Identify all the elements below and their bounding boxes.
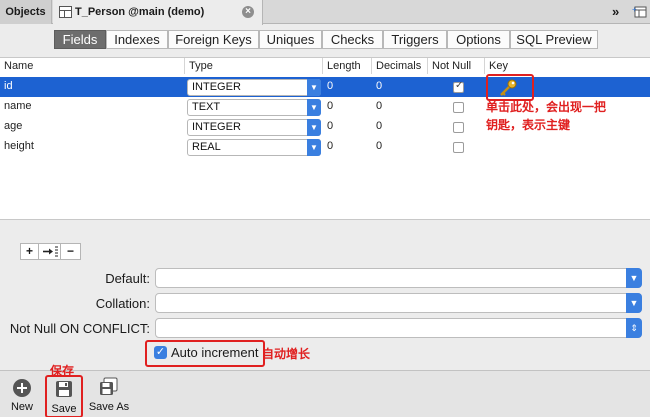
default-select[interactable]: ▼ [155, 268, 642, 288]
decimals-cell[interactable]: 0 [372, 77, 382, 95]
chevron-down-icon: ▼ [307, 139, 321, 156]
tab-indexes[interactable]: Indexes [106, 30, 168, 49]
tab-fields[interactable]: Fields [54, 30, 106, 49]
close-tab-icon[interactable]: × [242, 6, 254, 18]
not-null-checkbox[interactable] [453, 122, 464, 133]
table-row[interactable]: id INTEGER ▼ 0 0 [0, 77, 650, 97]
floppy-disk-icon [56, 381, 72, 397]
tab-triggers[interactable]: Triggers [383, 30, 447, 49]
fields-grid: Name Type Length Decimals Not Null Key i… [0, 57, 650, 220]
updown-icon: ⇕ [626, 318, 642, 338]
chevron-down-icon: ▼ [307, 99, 321, 116]
tab-options[interactable]: Options [447, 30, 510, 49]
auto-increment-annotation: 自动增长 [262, 347, 311, 361]
tab-title: T_Person @main (demo) [75, 6, 205, 18]
not-null-checkbox[interactable] [453, 80, 464, 93]
type-select[interactable]: INTEGER ▼ [187, 119, 321, 136]
not-null-checkbox[interactable] [453, 102, 464, 113]
not-null-conflict-select[interactable]: ⇕ [155, 318, 642, 338]
tab-uniques[interactable]: Uniques [259, 30, 322, 49]
length-cell[interactable]: 0 [323, 137, 333, 155]
type-select[interactable]: REAL ▼ [187, 139, 321, 156]
decimals-cell[interactable]: 0 [372, 137, 382, 155]
tab-sql-preview[interactable]: SQL Preview [510, 30, 598, 49]
length-cell[interactable]: 0 [323, 117, 333, 135]
tab-objects[interactable]: Objects [0, 0, 52, 24]
auto-increment-checkbox[interactable]: ✓ [154, 346, 167, 359]
save-as-label: Save As [88, 401, 130, 413]
save-as-button[interactable]: Save As [86, 373, 132, 415]
save-label: Save [51, 403, 77, 415]
type-select[interactable]: INTEGER ▼ [187, 79, 321, 96]
column-header-type[interactable]: Type [185, 58, 323, 74]
tab-bar: Objects T_Person @main (demo) × » + [0, 0, 650, 25]
new-tab-icon[interactable]: + [632, 4, 648, 20]
new-button[interactable]: New [2, 373, 42, 415]
new-label: New [10, 401, 33, 413]
tab-table-design[interactable]: T_Person @main (demo) × [53, 0, 263, 25]
chevron-down-icon: ▼ [626, 268, 642, 288]
delete-field-button[interactable]: − [61, 243, 81, 260]
more-tabs-icon[interactable]: » [612, 4, 628, 20]
decimals-cell[interactable]: 0 [372, 117, 382, 135]
chevron-down-icon: ▼ [626, 293, 642, 313]
type-value: TEXT [192, 101, 221, 113]
field-name-cell[interactable]: height [0, 137, 34, 155]
field-name-cell[interactable]: age [0, 117, 22, 135]
decimals-cell[interactable]: 0 [372, 97, 382, 115]
table-row[interactable]: height REAL ▼ 0 0 [0, 137, 650, 157]
type-value: INTEGER [192, 81, 241, 93]
column-header-name[interactable]: Name [0, 58, 185, 74]
svg-text:+: + [632, 5, 637, 14]
insert-field-button[interactable] [39, 243, 61, 260]
primary-key-icon[interactable] [498, 79, 518, 97]
chevron-down-icon: ▼ [307, 119, 321, 136]
default-label: Default: [105, 271, 150, 286]
field-name-cell[interactable]: id [0, 77, 13, 95]
tab-checks[interactable]: Checks [322, 30, 383, 49]
auto-increment-label[interactable]: Auto increment [171, 345, 258, 360]
column-header-key[interactable]: Key [485, 58, 650, 74]
not-null-conflict-label: Not Null ON CONFLICT: [9, 321, 150, 336]
type-select[interactable]: TEXT ▼ [187, 99, 321, 116]
chevron-down-icon: ▼ [307, 79, 321, 96]
column-header-length[interactable]: Length [323, 58, 372, 74]
collation-label: Collation: [95, 296, 150, 311]
column-header-decimals[interactable]: Decimals [372, 58, 428, 74]
tab-foreign-keys[interactable]: Foreign Keys [168, 30, 259, 49]
collation-select[interactable]: ▼ [155, 293, 642, 313]
save-as-icon [100, 377, 118, 395]
type-value: INTEGER [192, 121, 241, 133]
field-name-cell[interactable]: name [0, 97, 32, 115]
column-header-not-null[interactable]: Not Null [428, 58, 485, 74]
length-cell[interactable]: 0 [323, 97, 333, 115]
bottom-toolbar: New 保存 Save Save As [0, 364, 650, 417]
design-segment-bar: Fields Indexes Foreign Keys Uniques Chec… [0, 25, 650, 55]
table-icon [59, 6, 72, 18]
plus-circle-icon [13, 379, 31, 397]
key-annotation-line2: 钥匙，表示主键 [486, 118, 571, 132]
length-cell[interactable]: 0 [323, 77, 333, 95]
key-annotation-line1: 单击此处，会出现一把 [486, 100, 607, 114]
type-value: REAL [192, 141, 221, 153]
not-null-checkbox[interactable] [453, 142, 464, 153]
add-field-button[interactable]: + [20, 243, 39, 260]
save-button[interactable]: Save [45, 375, 83, 417]
